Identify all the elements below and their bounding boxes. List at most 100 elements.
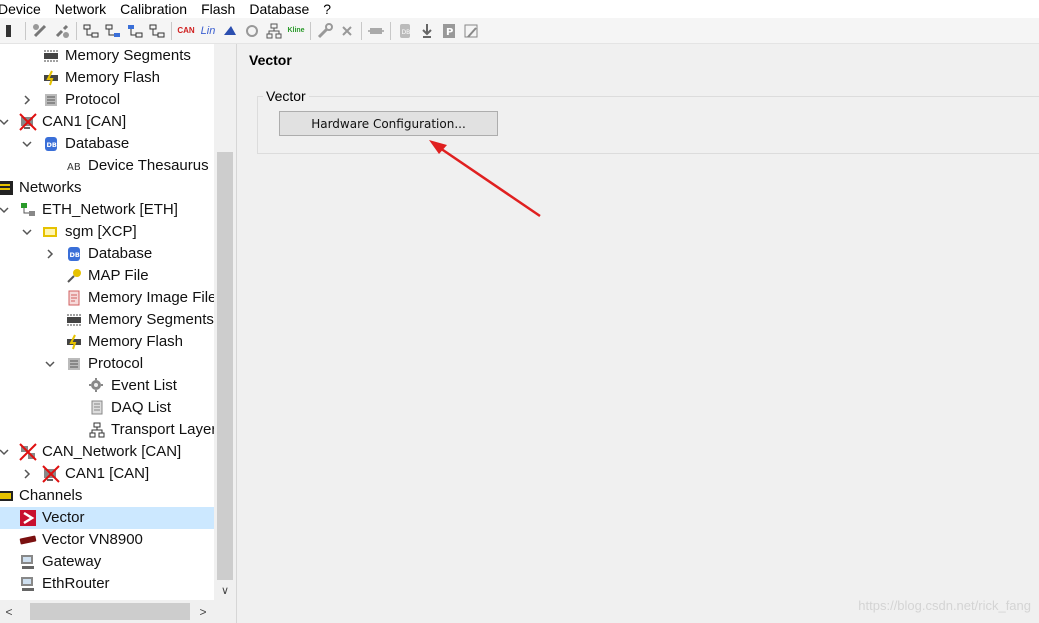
vertical-scrollbar[interactable]: ∨ bbox=[214, 44, 236, 602]
tree-item[interactable]: Memory Flash bbox=[0, 331, 214, 353]
memory-segments-icon bbox=[65, 311, 83, 329]
horizontal-scroll-thumb[interactable] bbox=[30, 603, 190, 620]
tree-item-label: Memory Flash bbox=[65, 69, 161, 86]
tree-item[interactable]: Channels bbox=[0, 485, 214, 507]
tree-item-label: MAP File bbox=[88, 267, 149, 284]
database-tool-icon[interactable]: DB bbox=[394, 20, 416, 42]
map-file-icon bbox=[65, 267, 83, 285]
scrollbar-corner bbox=[214, 600, 236, 623]
tree-item[interactable]: Transport Layer bbox=[0, 419, 216, 441]
tree-item[interactable]: DAQ List bbox=[0, 397, 214, 419]
scroll-down-icon[interactable]: ∨ bbox=[214, 580, 236, 600]
svg-text:AB: AB bbox=[67, 162, 81, 173]
tree-item[interactable]: Memory Segments bbox=[0, 309, 214, 331]
menu-network[interactable]: Network bbox=[48, 0, 113, 18]
toolbar-separator bbox=[390, 21, 391, 40]
tree-item[interactable]: Event List bbox=[0, 375, 214, 397]
settings-icon[interactable] bbox=[460, 20, 482, 42]
wrench-icon[interactable] bbox=[314, 20, 336, 42]
chevron-right-icon[interactable] bbox=[44, 243, 56, 265]
delete-icon[interactable] bbox=[336, 20, 358, 42]
menu-device[interactable]: Device bbox=[0, 0, 48, 18]
tree-item[interactable]: DB Database bbox=[0, 243, 214, 265]
chevron-right-icon[interactable] bbox=[21, 463, 33, 485]
tree-item[interactable]: Protocol bbox=[0, 89, 214, 111]
toolbar-device-icon[interactable] bbox=[0, 20, 22, 42]
tree-item-label: Event List bbox=[111, 377, 177, 394]
download-icon[interactable] bbox=[416, 20, 438, 42]
tree-item-label: Memory Flash bbox=[88, 333, 184, 350]
toolbar-separator bbox=[310, 21, 311, 40]
most-icon[interactable] bbox=[241, 20, 263, 42]
can-device-error-icon bbox=[42, 465, 60, 483]
network-link-icon[interactable] bbox=[102, 20, 124, 42]
chevron-down-icon[interactable] bbox=[0, 199, 10, 221]
ethernet-icon[interactable] bbox=[263, 20, 285, 42]
tree-item[interactable]: Memory Flash bbox=[0, 67, 214, 89]
can-network-error-icon bbox=[19, 443, 37, 461]
network-config-icon[interactable] bbox=[124, 20, 146, 42]
kline-label: Kline bbox=[287, 27, 305, 34]
tree-item[interactable]: Vector bbox=[0, 507, 214, 529]
horizontal-scrollbar[interactable]: < > bbox=[0, 600, 214, 623]
tree-item[interactable]: ETH_Network [ETH] bbox=[0, 199, 214, 221]
flexray-icon[interactable] bbox=[219, 20, 241, 42]
ethrouter-icon bbox=[19, 575, 37, 593]
connect-icon[interactable] bbox=[29, 20, 51, 42]
device-tree[interactable]: Memory Segments Memory Flash Protocol CAN1 … bbox=[0, 44, 237, 623]
tree-item-label: Channels bbox=[19, 487, 83, 504]
parameter-icon[interactable]: P bbox=[438, 20, 460, 42]
tree-item[interactable]: Memory Segments bbox=[0, 45, 214, 67]
tree-item[interactable]: Vector VN8900 bbox=[0, 529, 214, 551]
tree-item[interactable]: CAN_Network [CAN] bbox=[0, 441, 214, 463]
plugin-icon[interactable] bbox=[365, 20, 387, 42]
tree-item-label: Networks bbox=[19, 179, 82, 196]
tree-item-label: DAQ List bbox=[111, 399, 172, 416]
vertical-scroll-thumb[interactable] bbox=[217, 152, 233, 580]
tree-item[interactable]: Networks bbox=[0, 177, 214, 199]
lin-label: Lin bbox=[200, 24, 216, 37]
tree-item[interactable]: Gateway bbox=[0, 551, 214, 573]
tree-item-label: Vector VN8900 bbox=[42, 531, 143, 548]
chevron-down-icon[interactable] bbox=[0, 111, 10, 133]
chevron-down-icon[interactable] bbox=[44, 353, 56, 375]
tree-item-label: Memory Segments bbox=[88, 311, 214, 328]
tree-item[interactable]: EthRouter bbox=[0, 573, 214, 595]
network-add-icon[interactable] bbox=[80, 20, 102, 42]
scroll-right-icon[interactable]: > bbox=[194, 600, 212, 623]
chevron-down-icon[interactable] bbox=[21, 221, 33, 243]
xcp-device-icon bbox=[42, 223, 60, 241]
tree-item[interactable]: MAP File bbox=[0, 265, 214, 287]
chevron-right-icon[interactable] bbox=[21, 89, 33, 111]
tree-item[interactable]: CAN1 [CAN] bbox=[0, 111, 214, 133]
menu-flash[interactable]: Flash bbox=[194, 0, 242, 18]
watermark: https://blog.csdn.net/rick_fang bbox=[858, 598, 1031, 613]
menu-database[interactable]: Database bbox=[242, 0, 316, 18]
tree-item-label: Protocol bbox=[65, 91, 121, 108]
menu-help[interactable]: ? bbox=[316, 0, 338, 18]
network-remove-icon[interactable] bbox=[146, 20, 168, 42]
tree-item-label: Memory Segments bbox=[65, 47, 191, 64]
tree-item[interactable]: Protocol bbox=[0, 353, 214, 375]
daq-list-icon bbox=[88, 399, 106, 417]
chevron-down-icon[interactable] bbox=[0, 441, 10, 463]
disconnect-icon[interactable] bbox=[51, 20, 73, 42]
tree-item[interactable]: AB Device Thesaurus bbox=[0, 155, 214, 177]
tree-item-label: Protocol bbox=[88, 355, 144, 372]
protocol-icon bbox=[42, 91, 60, 109]
can-icon[interactable]: CAN bbox=[175, 20, 197, 42]
vn8900-icon bbox=[19, 531, 37, 549]
tree-item-label: CAN1 [CAN] bbox=[65, 465, 150, 482]
vector-icon bbox=[19, 509, 37, 527]
tree-item[interactable]: DB Database bbox=[0, 133, 214, 155]
kline-icon[interactable]: Kline bbox=[285, 20, 307, 42]
chevron-down-icon[interactable] bbox=[21, 133, 33, 155]
tree-item-label: sgm [XCP] bbox=[65, 223, 137, 240]
menu-calibration[interactable]: Calibration bbox=[113, 0, 194, 18]
tree-item[interactable]: sgm [XCP] bbox=[0, 221, 214, 243]
tree-item[interactable]: CAN1 [CAN] bbox=[0, 463, 214, 485]
scroll-left-icon[interactable]: < bbox=[0, 600, 18, 623]
tree-item[interactable]: Memory Image File bbox=[0, 287, 216, 309]
svg-text:DB: DB bbox=[402, 29, 411, 36]
lin-icon[interactable]: Lin bbox=[197, 20, 219, 42]
